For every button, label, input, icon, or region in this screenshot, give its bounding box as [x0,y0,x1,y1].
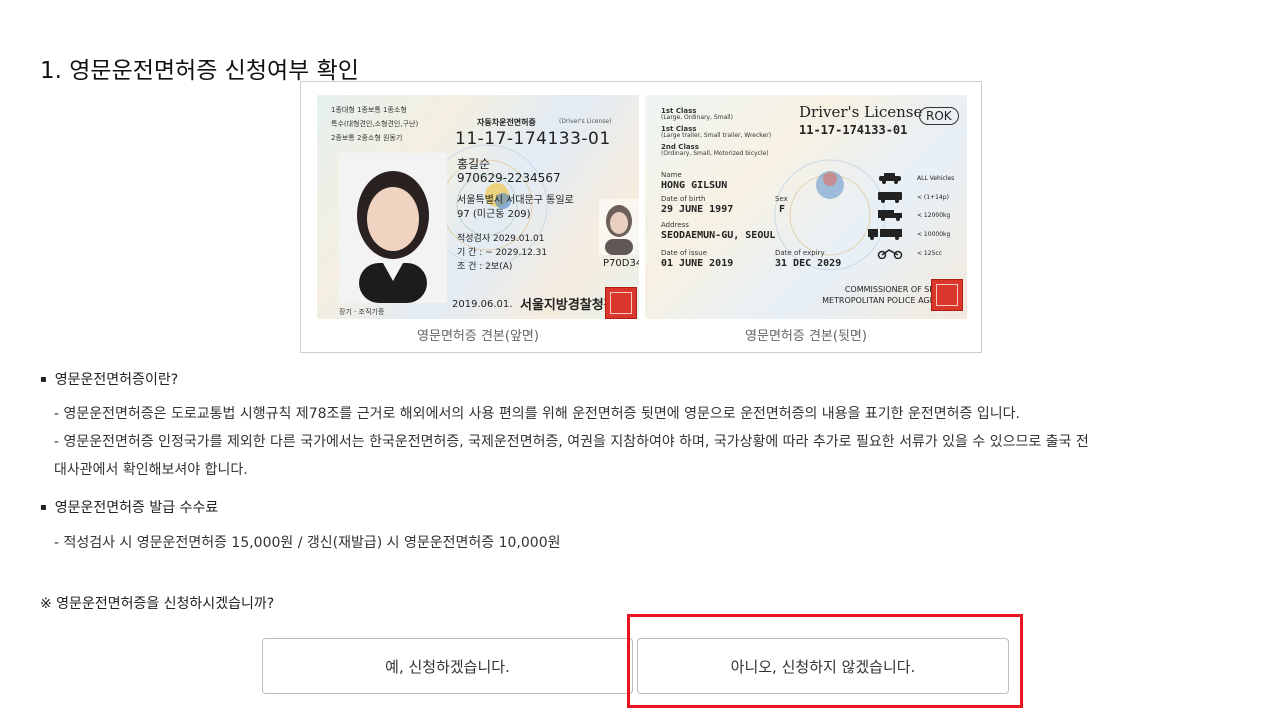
back-official-seal [931,279,963,311]
front-class-line1: 1종대형 1종보통 1종소형 [331,106,407,114]
back-issue: 01 JUNE 2019 [661,258,734,269]
back-expiry: 31 DEC 2029 [775,258,842,269]
back-sex: F [779,204,786,215]
front-issue-date: 2019.06.01. [452,299,513,310]
back-sex-label: Sex [775,195,788,203]
back-title: Driver's License [799,103,923,121]
front-caption: 영문면허증 견본(앞면) [417,329,539,344]
back-class2-desc: (Ordinary, Small, Motorized bicycle) [661,150,769,157]
license-back-card: Driver's License ROK 11-17-174133-01 1st… [645,95,967,319]
apply-yes-button[interactable]: 예, 신청하겠습니다. [262,638,633,694]
back-issuer-line2: METROPOLITAN POLICE AGENCY [822,296,951,305]
back-caption: 영문면허증 견본(뒷면) [745,329,867,344]
veh5-label: < 125cc [917,250,942,257]
back-issuer-line1: COMMISSIONER OF SEOUL [844,285,951,294]
info-fee-line: - 적성검사 시 영문운전면허증 15,000원 / 갱신(재발급) 시 영문운… [54,535,561,551]
apply-no-button[interactable]: 아니오, 신청하지 않겠습니다. [637,638,1009,694]
license-sample-image: 1종대형 1종보통 1종소형 특수(대형견인,소형견인,구난) 2종보통 2종소… [300,81,982,353]
front-address1: 서울특별시 서대문구 통일로 [457,195,574,206]
van-icon [878,192,902,203]
back-dob: 29 JUNE 1997 [661,204,734,215]
front-photo [339,153,447,303]
front-address2: 97 (미근동 209) [457,209,531,220]
back-country: ROK [919,107,959,125]
veh1-label: ALL Vehicles [917,175,955,182]
front-test-date: 적성검사 2029.01.01 [457,234,545,244]
front-ghost-photo [599,199,639,255]
front-rrn: 970629-2234567 [457,171,561,185]
back-class1-desc: (Large, Ordinary, Small) [661,114,733,121]
front-serial: P70D34 [603,258,639,269]
front-name: 홍길순 [457,157,491,171]
back-class1b-desc: (Large trailer, Small trailer, Wrecker) [661,132,772,139]
back-license-number: 11-17-174133-01 [799,123,908,137]
back-address-label: Address [661,221,689,229]
motorcycle-icon [877,249,903,259]
back-issue-label: Date of issue [661,249,707,257]
info-heading-fee: 영문운전면허증 발급 수수료 [40,497,218,517]
back-expiry-label: Date of expiry [775,249,825,257]
back-name: HONG GILSUN [661,180,728,191]
info-line-3: 대사관에서 확인해보셔야 합니다. [54,462,248,478]
front-class-line2: 특수(대형견인,소형견인,구난) [331,120,419,128]
info-line-2: - 영문운전면허증 인정국가를 제외한 다른 국가에서는 한국운전면허증, 국제… [54,434,1089,450]
front-period: 기 간 : ~ 2029.12.31 [457,248,548,258]
front-license-number: 11-17-174133-01 [455,129,611,149]
info-line-1: - 영문운전면허증은 도로교통법 시행규칙 제78조를 근거로 해외에서의 사용… [54,406,1020,422]
front-organ-donor: 장기 · 조직기증 [339,308,385,316]
license-front-card: 1종대형 1종보통 1종소형 특수(대형견인,소형견인,구난) 2종보통 2종소… [317,95,639,319]
veh3-label: < 12000kg [917,212,951,219]
front-doc-title: 자동차운전면허증 [477,118,536,127]
trailer-truck-icon [868,229,902,240]
back-dob-label: Date of birth [661,195,706,203]
front-issuer: 서울지방경찰청장 [520,298,616,313]
apply-question: ※ 영문운전면허증을 신청하시겠습니까? [40,596,275,612]
back-address: SEODAEMUN-GU, SEOUL [661,230,776,241]
veh2-label: < (1+14p) [917,194,949,201]
front-official-seal [605,287,637,319]
info-heading-what-is: 영문운전면허증이란? [40,369,178,389]
truck-icon [878,210,902,221]
back-name-label: Name [661,171,682,179]
car-icon [879,173,901,184]
veh4-label: < 10000kg [917,231,951,238]
front-class-line3: 2종보통 2종소형 원동기 [331,134,403,142]
front-condition: 조 건 : 2보(A) [457,262,513,272]
front-doc-title-en: (Driver's License) [559,118,612,125]
